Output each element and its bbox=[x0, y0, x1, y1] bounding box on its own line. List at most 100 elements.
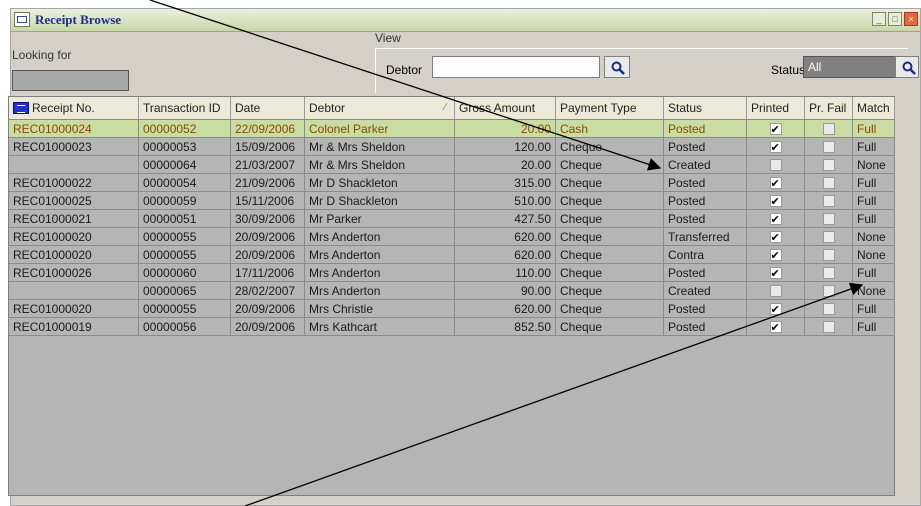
table-row[interactable]: REC01000020 00000055 20/09/2006 Mrs Anderto… bbox=[9, 228, 895, 246]
cell-prfail bbox=[805, 318, 853, 336]
cell-prfail bbox=[805, 192, 853, 210]
cell-prfail bbox=[805, 300, 853, 318]
cell-amount: 20.00 bbox=[455, 156, 556, 174]
maximize-button[interactable]: □ bbox=[888, 12, 902, 26]
table-row[interactable]: REC01000020 00000055 20/09/2006 Mrs Christi… bbox=[9, 300, 895, 318]
cell-status: Transferred bbox=[664, 228, 747, 246]
receipt-icon bbox=[13, 102, 29, 114]
printed-checkbox[interactable] bbox=[769, 211, 782, 227]
printed-checkbox[interactable] bbox=[769, 301, 782, 317]
cell-ptype: Cheque bbox=[556, 156, 664, 174]
table-row[interactable]: 00000064 21/03/2007 Mr & Mrs Sheldon 20.00 C… bbox=[9, 156, 895, 174]
col-header-payment-type[interactable]: Payment Type bbox=[556, 97, 664, 119]
cell-status: Posted bbox=[664, 210, 747, 228]
debtor-input[interactable] bbox=[432, 56, 600, 78]
prfail-checkbox[interactable] bbox=[822, 303, 835, 315]
col-header-transaction-id[interactable]: Transaction ID bbox=[139, 97, 231, 119]
cell-date: 20/09/2006 bbox=[231, 228, 305, 246]
cell-status: Posted bbox=[664, 174, 747, 192]
cell-prfail bbox=[805, 156, 853, 174]
debtor-search-button[interactable] bbox=[604, 56, 630, 78]
looking-for-field[interactable] bbox=[12, 70, 129, 91]
prfail-checkbox[interactable] bbox=[822, 141, 835, 153]
cell-ptype: Cheque bbox=[556, 210, 664, 228]
close-button[interactable]: × bbox=[904, 12, 918, 26]
printed-checkbox[interactable] bbox=[769, 247, 782, 263]
cell-printed bbox=[747, 246, 805, 264]
cell-receipt: REC01000025 bbox=[9, 192, 139, 210]
col-header-gross-amount[interactable]: Gross Amount bbox=[455, 97, 556, 119]
prfail-checkbox[interactable] bbox=[822, 321, 835, 333]
table-row[interactable]: REC01000019 00000056 20/09/2006 Mrs Kathcar… bbox=[9, 318, 895, 336]
cell-ptype: Cheque bbox=[556, 318, 664, 336]
printed-checkbox[interactable] bbox=[769, 319, 782, 335]
printed-checkbox[interactable] bbox=[769, 193, 782, 209]
printed-checkbox[interactable] bbox=[769, 139, 782, 155]
cell-receipt bbox=[9, 282, 139, 300]
cell-match: Full bbox=[853, 264, 895, 282]
table-row[interactable]: REC01000024 00000052 22/09/2006 Colonel Par… bbox=[9, 120, 895, 138]
printed-checkbox[interactable] bbox=[769, 159, 782, 171]
prfail-checkbox[interactable] bbox=[822, 123, 835, 135]
cell-status: Contra bbox=[664, 246, 747, 264]
cell-debtor: Mrs Anderton bbox=[305, 228, 455, 246]
table-row[interactable]: REC01000025 00000059 15/11/2006 Mr D Shackl… bbox=[9, 192, 895, 210]
cell-date: 30/09/2006 bbox=[231, 210, 305, 228]
col-header-match[interactable]: Match bbox=[853, 97, 895, 119]
cell-printed bbox=[747, 120, 805, 138]
prfail-checkbox[interactable] bbox=[822, 231, 835, 243]
cell-status: Posted bbox=[664, 300, 747, 318]
cell-amount: 315.00 bbox=[455, 174, 556, 192]
prfail-checkbox[interactable] bbox=[822, 267, 835, 279]
cell-debtor: Mrs Anderton bbox=[305, 264, 455, 282]
prfail-checkbox[interactable] bbox=[822, 159, 835, 171]
cell-amount: 20.00 bbox=[455, 120, 556, 138]
prfail-checkbox[interactable] bbox=[822, 249, 835, 261]
printed-checkbox[interactable] bbox=[769, 175, 782, 191]
col-header-debtor[interactable]: Debtor ∕ bbox=[305, 97, 455, 119]
col-header-receipt-no[interactable]: Receipt No. bbox=[9, 97, 139, 119]
cell-date: 17/11/2006 bbox=[231, 264, 305, 282]
cell-txn: 00000064 bbox=[139, 156, 231, 174]
cell-match: None bbox=[853, 282, 895, 300]
col-header-status[interactable]: Status bbox=[664, 97, 747, 119]
cell-amount: 110.00 bbox=[455, 264, 556, 282]
title-bar: Receipt Browse _ □ × bbox=[11, 9, 920, 32]
prfail-checkbox[interactable] bbox=[822, 177, 835, 189]
cell-debtor: Mrs Anderton bbox=[305, 282, 455, 300]
printed-checkbox[interactable] bbox=[769, 121, 782, 137]
table-row[interactable]: REC01000026 00000060 17/11/2006 Mrs Anderto… bbox=[9, 264, 895, 282]
cell-txn: 00000060 bbox=[139, 264, 231, 282]
status-select[interactable]: All bbox=[803, 56, 906, 78]
minimize-button[interactable]: _ bbox=[872, 12, 886, 26]
col-header-date[interactable]: Date bbox=[231, 97, 305, 119]
cell-ptype: Cheque bbox=[556, 246, 664, 264]
printed-checkbox[interactable] bbox=[769, 285, 782, 297]
table-row[interactable]: REC01000022 00000054 21/09/2006 Mr D Shackl… bbox=[9, 174, 895, 192]
cell-printed bbox=[747, 264, 805, 282]
table-row[interactable]: REC01000021 00000051 30/09/2006 Mr Parker 42… bbox=[9, 210, 895, 228]
prfail-checkbox[interactable] bbox=[822, 195, 835, 207]
cell-match: Full bbox=[853, 300, 895, 318]
prfail-checkbox[interactable] bbox=[822, 285, 835, 297]
printed-checkbox[interactable] bbox=[769, 229, 782, 245]
status-search-button[interactable] bbox=[895, 56, 919, 78]
col-header-pr-fail[interactable]: Pr. Fail bbox=[805, 97, 853, 119]
cell-ptype: Cheque bbox=[556, 174, 664, 192]
table-row[interactable]: REC01000020 00000055 20/09/2006 Mrs Anderto… bbox=[9, 246, 895, 264]
cell-prfail bbox=[805, 120, 853, 138]
cell-amount: 120.00 bbox=[455, 138, 556, 156]
table-row[interactable]: REC01000023 00000053 15/09/2006 Mr & Mrs Sh… bbox=[9, 138, 895, 156]
col-header-printed[interactable]: Printed bbox=[747, 97, 805, 119]
printed-checkbox[interactable] bbox=[769, 265, 782, 281]
grid-header: Receipt No. Transaction ID Date Debtor ∕ … bbox=[9, 97, 895, 120]
cell-ptype: Cheque bbox=[556, 264, 664, 282]
cell-receipt: REC01000020 bbox=[9, 228, 139, 246]
cell-receipt bbox=[9, 156, 139, 174]
cell-txn: 00000052 bbox=[139, 120, 231, 138]
cell-amount: 620.00 bbox=[455, 228, 556, 246]
prfail-checkbox[interactable] bbox=[822, 213, 835, 225]
table-row[interactable]: 00000065 28/02/2007 Mrs Anderton 90.00 Chequ… bbox=[9, 282, 895, 300]
cell-ptype: Cheque bbox=[556, 300, 664, 318]
cell-printed bbox=[747, 156, 805, 174]
